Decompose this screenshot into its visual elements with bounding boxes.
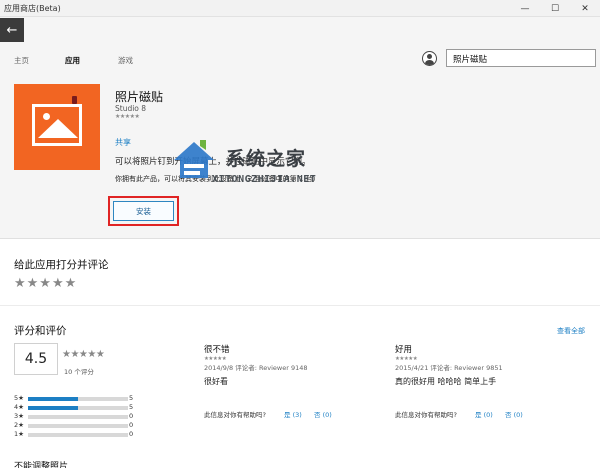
- window-title: 应用商店(Beta): [4, 4, 61, 13]
- review-title: 好用: [395, 345, 413, 355]
- rate-stars-input[interactable]: ★★★★★: [14, 276, 77, 291]
- review-meta: 2015/4/21 评论者: Reviewer 9851: [395, 364, 503, 372]
- review-body: 很好看: [204, 377, 228, 386]
- distribution-label: 1★: [14, 430, 24, 438]
- app-rating-stars: ★★★★★: [115, 113, 140, 120]
- photo-icon: [32, 104, 82, 146]
- distribution-row: 4★ 5: [14, 403, 134, 412]
- distribution-row: 1★ 0: [14, 430, 134, 439]
- search-box[interactable]: 照片磁贴: [446, 49, 596, 67]
- distribution-count: 5: [129, 403, 134, 411]
- tab-home[interactable]: 主页: [14, 55, 29, 66]
- review-card: 好用 ★★★★★ 2015/4/21 评论者: Reviewer 9851 真的…: [395, 343, 565, 387]
- average-score: 4.5: [14, 343, 58, 375]
- distribution-bar: [28, 423, 128, 428]
- pin-icon: [72, 96, 77, 104]
- review-body: 真的很好用 哈哈哈 简单上手: [395, 377, 497, 386]
- ratings-heading: 评分和评价: [14, 325, 67, 337]
- distribution-count: 0: [129, 412, 134, 420]
- tab-apps[interactable]: 应用: [65, 55, 80, 66]
- distribution-count: 0: [129, 421, 134, 429]
- distribution-row: 5★ 5: [14, 394, 134, 403]
- distribution-bar: [28, 396, 128, 401]
- title-bar: 应用商店(Beta) — ☐ ✕: [0, 0, 600, 17]
- rating-distribution: 5★ 5 4★ 5 3★ 0 2★ 0 1★ 0: [14, 394, 134, 439]
- nav-bar: ← 主页 应用 游戏 照片磁贴: [0, 17, 600, 70]
- see-all-link[interactable]: 查看全部: [557, 326, 585, 336]
- distribution-bar: [28, 432, 128, 437]
- distribution-label: 5★: [14, 394, 24, 402]
- distribution-row: 3★ 0: [14, 412, 134, 421]
- section-heading: 不能调整照片: [14, 462, 69, 468]
- app-name: 照片磁贴: [115, 90, 164, 104]
- review-card: 很不错 ★★★★★ 2014/9/8 评论者: Reviewer 9148 很好…: [204, 343, 374, 387]
- install-button[interactable]: 安装: [113, 201, 174, 221]
- divider: [0, 238, 600, 239]
- maximize-button[interactable]: ☐: [540, 0, 570, 17]
- helpful-question: 此信息对你有帮助吗?: [204, 411, 266, 419]
- helpful-no-button[interactable]: 否 (0): [314, 409, 332, 419]
- distribution-row: 2★ 0: [14, 421, 134, 430]
- share-link[interactable]: 共享: [115, 137, 131, 148]
- helpful-question: 此信息对你有帮助吗?: [395, 411, 457, 419]
- back-button[interactable]: ←: [0, 18, 24, 42]
- rating-count: 10 个评分: [64, 368, 94, 376]
- house-logo-icon: [174, 140, 214, 178]
- helpful-prompt: 此信息对你有帮助吗? 是 (0) 否 (0): [395, 409, 585, 419]
- helpful-prompt: 此信息对你有帮助吗? 是 (3) 否 (0): [204, 409, 394, 419]
- install-highlight: 安装: [108, 196, 179, 226]
- distribution-bar: [28, 414, 128, 419]
- close-button[interactable]: ✕: [570, 0, 600, 17]
- minimize-button[interactable]: —: [510, 0, 540, 17]
- tab-games[interactable]: 游戏: [118, 55, 133, 66]
- helpful-yes-button[interactable]: 是 (3): [284, 409, 302, 419]
- review-meta: 2014/9/8 评论者: Reviewer 9148: [204, 364, 308, 372]
- distribution-count: 0: [129, 430, 134, 438]
- section-divider: [0, 305, 600, 306]
- watermark-cn: 系统之家: [226, 148, 307, 170]
- distribution-label: 4★: [14, 403, 24, 411]
- review-title: 很不错: [204, 345, 230, 355]
- rate-heading: 给此应用打分并评论: [14, 259, 109, 271]
- average-stars: ★★★★★: [62, 349, 105, 360]
- distribution-bar: [28, 405, 128, 410]
- user-avatar-icon[interactable]: [422, 51, 437, 66]
- search-input[interactable]: 照片磁贴: [453, 53, 487, 65]
- app-tile-icon: [14, 84, 100, 170]
- watermark: 系统之家 XITONGZHIJIA.NET: [160, 128, 360, 200]
- watermark-en: XITONGZHIJIA.NET: [212, 174, 317, 185]
- app-header: 照片磁贴 Studio 8 ★★★★★ 共享 可以将照片钉到开始屏幕上，并在磁贴…: [0, 70, 600, 238]
- distribution-count: 5: [129, 394, 134, 402]
- distribution-label: 3★: [14, 412, 24, 420]
- app-publisher[interactable]: Studio 8: [115, 104, 146, 113]
- distribution-label: 2★: [14, 421, 24, 429]
- helpful-yes-button[interactable]: 是 (0): [475, 409, 493, 419]
- helpful-no-button[interactable]: 否 (0): [505, 409, 523, 419]
